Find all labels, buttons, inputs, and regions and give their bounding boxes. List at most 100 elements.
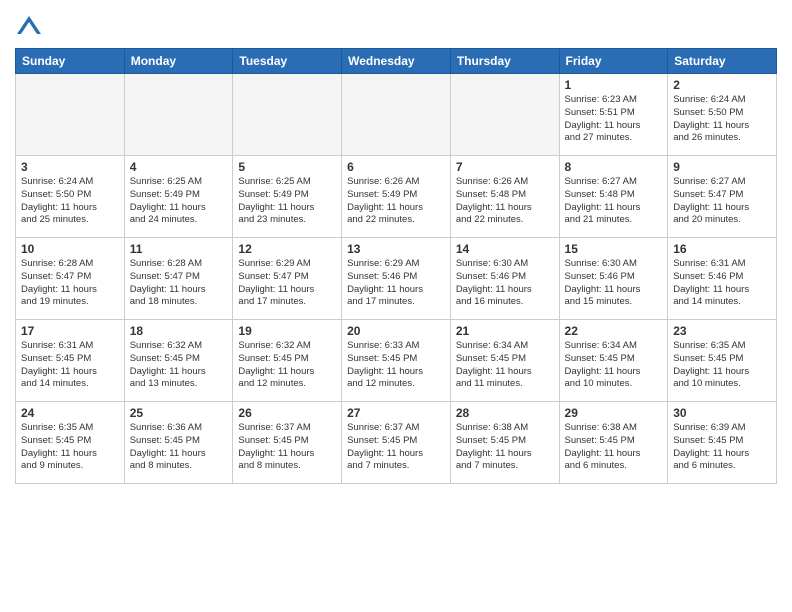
cell-details: Sunrise: 6:26 AM Sunset: 5:49 PM Dayligh… — [347, 176, 445, 227]
day-number: 24 — [21, 406, 119, 420]
day-number: 25 — [130, 406, 228, 420]
day-number: 14 — [456, 242, 554, 256]
calendar-cell: 13 Sunrise: 6:29 AM Sunset: 5:46 PM Dayli… — [342, 238, 451, 320]
cell-details: Sunrise: 6:24 AM Sunset: 5:50 PM Dayligh… — [21, 176, 119, 227]
calendar-cell — [124, 74, 233, 156]
calendar-cell: 29 Sunrise: 6:38 AM Sunset: 5:45 PM Dayli… — [559, 402, 668, 484]
day-number: 7 — [456, 160, 554, 174]
cell-details: Sunrise: 6:34 AM Sunset: 5:45 PM Dayligh… — [565, 340, 663, 391]
day-number: 22 — [565, 324, 663, 338]
weekday-header-row: SundayMondayTuesdayWednesdayThursdayFrid… — [16, 49, 777, 74]
calendar-cell: 7 Sunrise: 6:26 AM Sunset: 5:48 PM Daylig… — [450, 156, 559, 238]
cell-details: Sunrise: 6:34 AM Sunset: 5:45 PM Dayligh… — [456, 340, 554, 391]
day-number: 16 — [673, 242, 771, 256]
cell-details: Sunrise: 6:38 AM Sunset: 5:45 PM Dayligh… — [456, 422, 554, 473]
week-row-1: 3 Sunrise: 6:24 AM Sunset: 5:50 PM Daylig… — [16, 156, 777, 238]
day-number: 28 — [456, 406, 554, 420]
calendar-cell — [342, 74, 451, 156]
cell-details: Sunrise: 6:30 AM Sunset: 5:46 PM Dayligh… — [565, 258, 663, 309]
calendar-cell: 28 Sunrise: 6:38 AM Sunset: 5:45 PM Dayli… — [450, 402, 559, 484]
calendar-cell: 17 Sunrise: 6:31 AM Sunset: 5:45 PM Dayli… — [16, 320, 125, 402]
calendar-cell: 26Sunrise: 6:37 AM Sunset: 5:45 PM Dayli… — [233, 402, 342, 484]
cell-details: Sunrise: 6:37 AM Sunset: 5:45 PM Dayligh… — [238, 422, 336, 473]
week-row-0: 1 Sunrise: 6:23 AM Sunset: 5:51 PM Daylig… — [16, 74, 777, 156]
day-number: 30 — [673, 406, 771, 420]
cell-details: Sunrise: 6:26 AM Sunset: 5:48 PM Dayligh… — [456, 176, 554, 227]
day-number: 11 — [130, 242, 228, 256]
calendar-cell — [233, 74, 342, 156]
day-number: 15 — [565, 242, 663, 256]
calendar-cell — [450, 74, 559, 156]
cell-details: Sunrise: 6:33 AM Sunset: 5:45 PM Dayligh… — [347, 340, 445, 391]
day-number: 27 — [347, 406, 445, 420]
calendar-cell: 20 Sunrise: 6:33 AM Sunset: 5:45 PM Dayli… — [342, 320, 451, 402]
cell-details: Sunrise: 6:38 AM Sunset: 5:45 PM Dayligh… — [565, 422, 663, 473]
day-number: 1 — [565, 78, 663, 92]
cell-details: Sunrise: 6:30 AM Sunset: 5:46 PM Dayligh… — [456, 258, 554, 309]
cell-details: Sunrise: 6:32 AM Sunset: 5:45 PM Dayligh… — [238, 340, 336, 391]
calendar-cell: 22 Sunrise: 6:34 AM Sunset: 5:45 PM Dayli… — [559, 320, 668, 402]
cell-details: Sunrise: 6:24 AM Sunset: 5:50 PM Dayligh… — [673, 94, 771, 145]
day-number: 21 — [456, 324, 554, 338]
calendar-cell: 9 Sunrise: 6:27 AM Sunset: 5:47 PM Daylig… — [668, 156, 777, 238]
day-number: 4 — [130, 160, 228, 174]
calendar-cell: 14 Sunrise: 6:30 AM Sunset: 5:46 PM Dayli… — [450, 238, 559, 320]
calendar-cell: 11Sunrise: 6:28 AM Sunset: 5:47 PM Dayli… — [124, 238, 233, 320]
calendar-cell: 8 Sunrise: 6:27 AM Sunset: 5:48 PM Daylig… — [559, 156, 668, 238]
day-number: 18 — [130, 324, 228, 338]
cell-details: Sunrise: 6:27 AM Sunset: 5:47 PM Dayligh… — [673, 176, 771, 227]
day-number: 10 — [21, 242, 119, 256]
weekday-header-saturday: Saturday — [668, 49, 777, 74]
week-row-4: 24 Sunrise: 6:35 AM Sunset: 5:45 PM Dayli… — [16, 402, 777, 484]
calendar-cell: 6Sunrise: 6:26 AM Sunset: 5:49 PM Daylig… — [342, 156, 451, 238]
calendar-cell: 1 Sunrise: 6:23 AM Sunset: 5:51 PM Daylig… — [559, 74, 668, 156]
calendar-cell: 4 Sunrise: 6:25 AM Sunset: 5:49 PM Daylig… — [124, 156, 233, 238]
calendar-cell: 5 Sunrise: 6:25 AM Sunset: 5:49 PM Daylig… — [233, 156, 342, 238]
cell-details: Sunrise: 6:35 AM Sunset: 5:45 PM Dayligh… — [21, 422, 119, 473]
calendar-cell: 27Sunrise: 6:37 AM Sunset: 5:45 PM Dayli… — [342, 402, 451, 484]
logo-icon — [15, 14, 43, 42]
cell-details: Sunrise: 6:23 AM Sunset: 5:51 PM Dayligh… — [565, 94, 663, 145]
weekday-header-thursday: Thursday — [450, 49, 559, 74]
cell-details: Sunrise: 6:25 AM Sunset: 5:49 PM Dayligh… — [238, 176, 336, 227]
cell-details: Sunrise: 6:25 AM Sunset: 5:49 PM Dayligh… — [130, 176, 228, 227]
weekday-header-tuesday: Tuesday — [233, 49, 342, 74]
calendar-cell — [16, 74, 125, 156]
cell-details: Sunrise: 6:31 AM Sunset: 5:46 PM Dayligh… — [673, 258, 771, 309]
page-container: SundayMondayTuesdayWednesdayThursdayFrid… — [0, 0, 792, 494]
cell-details: Sunrise: 6:35 AM Sunset: 5:45 PM Dayligh… — [673, 340, 771, 391]
weekday-header-monday: Monday — [124, 49, 233, 74]
calendar-cell: 30 Sunrise: 6:39 AM Sunset: 5:45 PM Dayli… — [668, 402, 777, 484]
day-number: 20 — [347, 324, 445, 338]
calendar-cell: 23Sunrise: 6:35 AM Sunset: 5:45 PM Dayli… — [668, 320, 777, 402]
cell-details: Sunrise: 6:31 AM Sunset: 5:45 PM Dayligh… — [21, 340, 119, 391]
day-number: 9 — [673, 160, 771, 174]
weekday-header-sunday: Sunday — [16, 49, 125, 74]
day-number: 17 — [21, 324, 119, 338]
day-number: 29 — [565, 406, 663, 420]
cell-details: Sunrise: 6:29 AM Sunset: 5:46 PM Dayligh… — [347, 258, 445, 309]
calendar-cell: 2 Sunrise: 6:24 AM Sunset: 5:50 PM Daylig… — [668, 74, 777, 156]
week-row-3: 17 Sunrise: 6:31 AM Sunset: 5:45 PM Dayli… — [16, 320, 777, 402]
week-row-2: 10 Sunrise: 6:28 AM Sunset: 5:47 PM Dayli… — [16, 238, 777, 320]
calendar-table: SundayMondayTuesdayWednesdayThursdayFrid… — [15, 48, 777, 484]
cell-details: Sunrise: 6:29 AM Sunset: 5:47 PM Dayligh… — [238, 258, 336, 309]
day-number: 2 — [673, 78, 771, 92]
cell-details: Sunrise: 6:28 AM Sunset: 5:47 PM Dayligh… — [21, 258, 119, 309]
day-number: 5 — [238, 160, 336, 174]
calendar-cell: 25 Sunrise: 6:36 AM Sunset: 5:45 PM Dayli… — [124, 402, 233, 484]
day-number: 12 — [238, 242, 336, 256]
calendar-cell: 24 Sunrise: 6:35 AM Sunset: 5:45 PM Dayli… — [16, 402, 125, 484]
calendar-cell: 10 Sunrise: 6:28 AM Sunset: 5:47 PM Dayli… — [16, 238, 125, 320]
day-number: 3 — [21, 160, 119, 174]
day-number: 13 — [347, 242, 445, 256]
cell-details: Sunrise: 6:27 AM Sunset: 5:48 PM Dayligh… — [565, 176, 663, 227]
calendar-cell: 15 Sunrise: 6:30 AM Sunset: 5:46 PM Dayli… — [559, 238, 668, 320]
calendar-cell: 16 Sunrise: 6:31 AM Sunset: 5:46 PM Dayli… — [668, 238, 777, 320]
cell-details: Sunrise: 6:36 AM Sunset: 5:45 PM Dayligh… — [130, 422, 228, 473]
cell-details: Sunrise: 6:39 AM Sunset: 5:45 PM Dayligh… — [673, 422, 771, 473]
day-number: 8 — [565, 160, 663, 174]
weekday-header-wednesday: Wednesday — [342, 49, 451, 74]
weekday-header-friday: Friday — [559, 49, 668, 74]
calendar-cell: 19Sunrise: 6:32 AM Sunset: 5:45 PM Dayli… — [233, 320, 342, 402]
